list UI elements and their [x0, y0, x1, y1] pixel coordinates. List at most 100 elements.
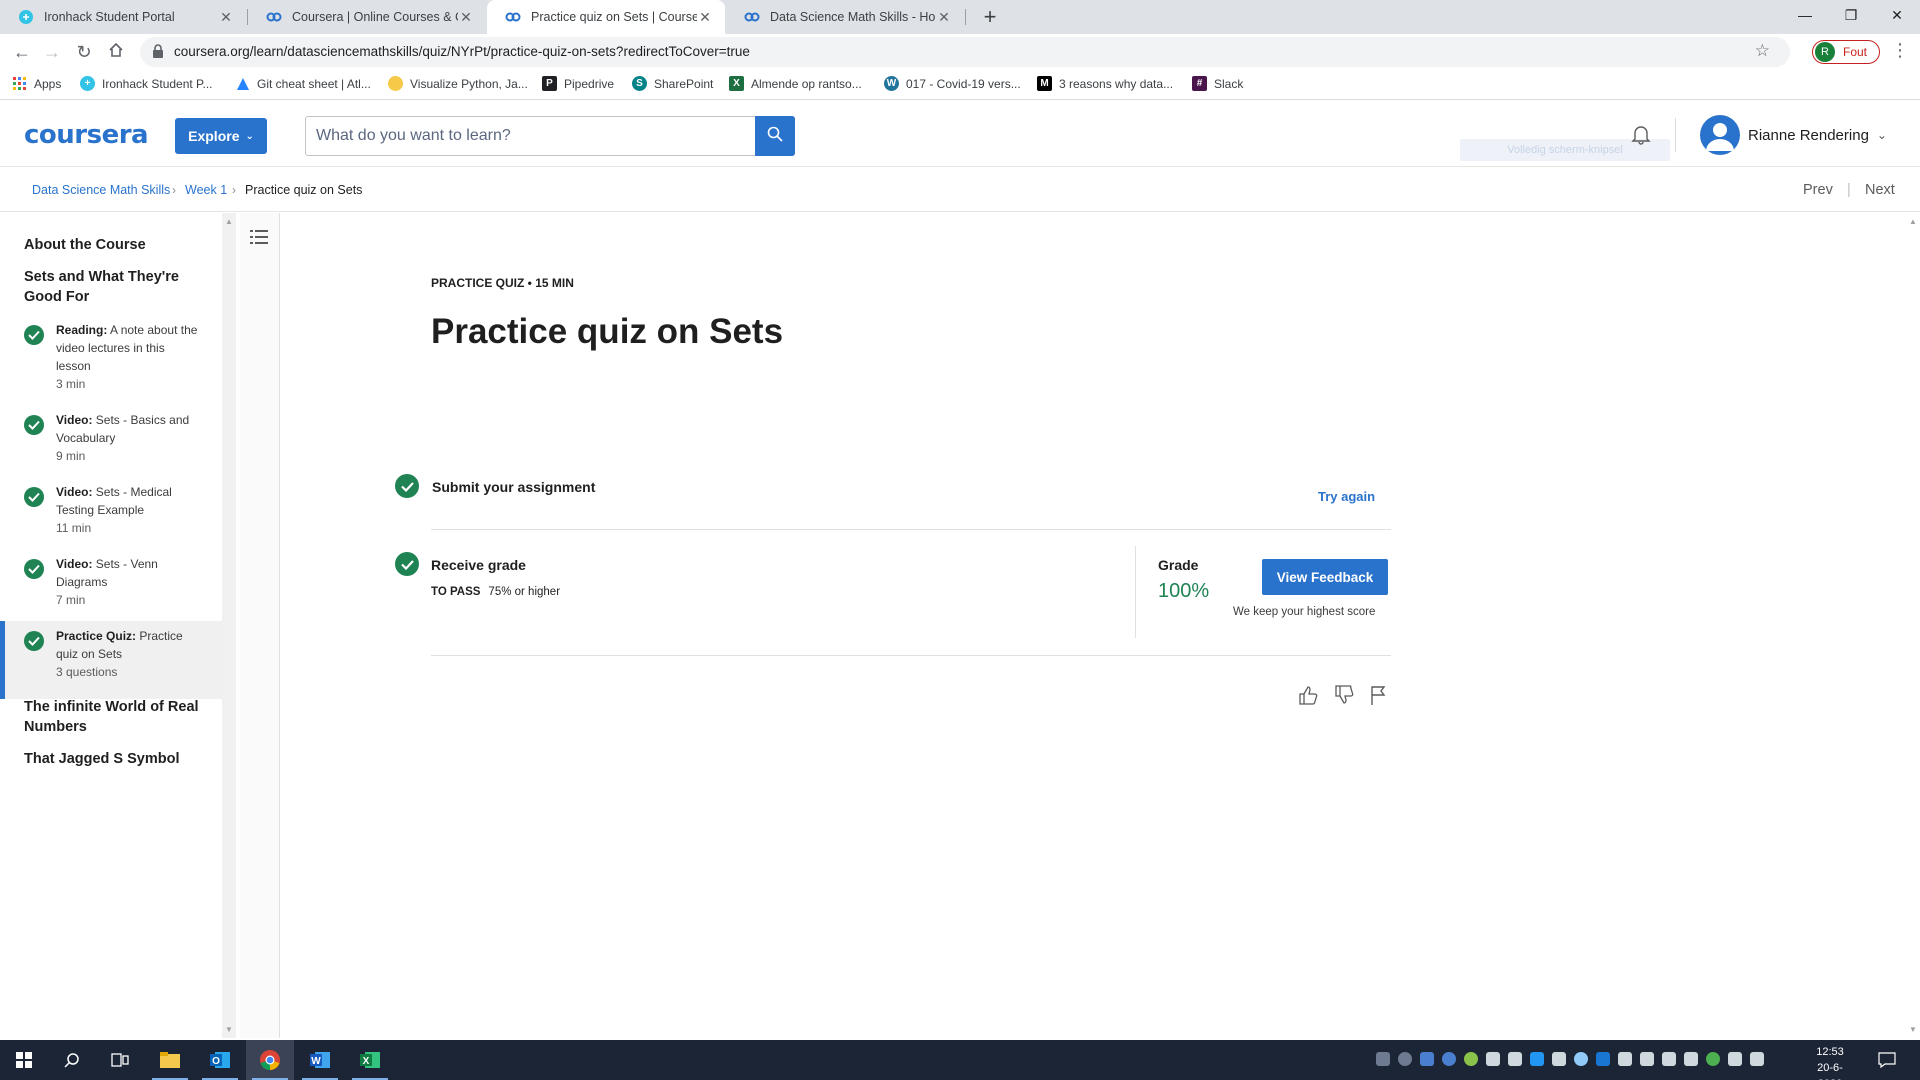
browser-tab[interactable]: Data Science Math Skills - Home ✕: [726, 0, 964, 34]
address-bar[interactable]: coursera.org/learn/datasciencemathskills…: [140, 37, 1790, 67]
minimize-window-icon[interactable]: —: [1782, 0, 1828, 30]
sidebar-section-jagged-s[interactable]: That Jagged S Symbol: [24, 749, 214, 769]
tray-app-icon[interactable]: [1398, 1052, 1412, 1066]
tray-app-icon[interactable]: [1662, 1052, 1676, 1066]
scroll-up-arrow-icon[interactable]: ▲: [225, 217, 233, 226]
tab-title: Ironhack Student Portal: [44, 10, 175, 24]
onedrive-icon[interactable]: [1574, 1052, 1588, 1066]
close-tab-icon[interactable]: ✕: [936, 9, 952, 26]
tray-app-icon[interactable]: [1486, 1052, 1500, 1066]
search-button[interactable]: [755, 116, 795, 156]
restore-window-icon[interactable]: ❐: [1828, 0, 1874, 30]
notification-bell-icon[interactable]: [1630, 123, 1652, 150]
bookmark-almende[interactable]: X Almende op rantso...: [729, 76, 862, 91]
tray-app-icon[interactable]: [1706, 1052, 1720, 1066]
coursera-logo[interactable]: coursera: [24, 120, 149, 150]
volume-icon[interactable]: [1684, 1052, 1698, 1066]
submit-assignment-label: Submit your assignment: [432, 479, 596, 495]
prev-link[interactable]: Prev: [1803, 182, 1833, 198]
sidebar-section-sets[interactable]: Sets and What They're Good For: [24, 267, 214, 307]
tray-app-icon[interactable]: [1442, 1052, 1456, 1066]
ironhack-favicon-icon: [18, 9, 34, 25]
task-view-icon[interactable]: [96, 1040, 144, 1080]
user-menu[interactable]: Rianne Rendering ⌄: [1700, 115, 1887, 155]
notifications-icon[interactable]: [1878, 1052, 1896, 1073]
chrome-icon[interactable]: [246, 1040, 294, 1080]
bookmark-covid[interactable]: W 017 - Covid-19 vers...: [884, 76, 1021, 91]
tray-app-icon[interactable]: [1376, 1052, 1390, 1066]
sidebar-item-reading[interactable]: Reading: A note about the video lectures…: [0, 321, 222, 411]
home-icon[interactable]: [102, 38, 130, 66]
sidebar-item-video[interactable]: Video: Sets - Venn Diagrams 7 min: [0, 555, 222, 627]
browser-tab-active[interactable]: Practice quiz on Sets | Coursera ✕: [487, 0, 725, 34]
flag-icon[interactable]: [1366, 683, 1390, 707]
try-again-link[interactable]: Try again: [1318, 489, 1375, 504]
bookmark-sharepoint[interactable]: S SharePoint: [632, 76, 713, 91]
excel-taskbar-icon[interactable]: X: [346, 1040, 394, 1080]
next-link[interactable]: Next: [1865, 182, 1895, 198]
sidebar-scrollbar[interactable]: ▲ ▼: [222, 213, 236, 1038]
browser-tab[interactable]: Coursera | Online Courses & Cre ✕: [248, 0, 486, 34]
browser-tab[interactable]: Ironhack Student Portal ✕: [0, 0, 246, 34]
breadcrumb-week[interactable]: Week 1: [185, 183, 227, 197]
check-circle-icon: [24, 415, 44, 435]
check-circle-icon: [24, 559, 44, 579]
close-window-icon[interactable]: ✕: [1874, 0, 1920, 30]
file-explorer-icon[interactable]: [146, 1040, 194, 1080]
wifi-icon[interactable]: [1728, 1052, 1742, 1066]
sidebar-section-real-numbers[interactable]: The infinite World of Real Numbers: [24, 697, 214, 737]
explore-button[interactable]: Explore ⌄: [175, 118, 267, 154]
close-tab-icon[interactable]: ✕: [697, 9, 713, 26]
bookmark-medium[interactable]: M 3 reasons why data...: [1037, 76, 1173, 91]
windows-start-icon[interactable]: [0, 1040, 48, 1080]
tray-app-icon[interactable]: [1464, 1052, 1478, 1066]
thumbs-down-icon[interactable]: [1332, 683, 1356, 707]
sidebar-item-practice-quiz[interactable]: Practice Quiz: Practice quiz on Sets 3 q…: [0, 621, 222, 699]
page-scrollbar[interactable]: ▲ ▼: [1906, 213, 1920, 1038]
bookmark-python[interactable]: Visualize Python, Ja...: [388, 76, 528, 91]
scroll-down-arrow-icon[interactable]: ▼: [225, 1025, 233, 1034]
sidebar-about-course[interactable]: About the Course: [24, 235, 214, 255]
tray-app-icon[interactable]: [1618, 1052, 1632, 1066]
taskbar-search-icon[interactable]: [48, 1040, 96, 1080]
bookmark-star-icon[interactable]: ☆: [1755, 41, 1770, 61]
back-arrow-icon[interactable]: ←: [8, 38, 36, 66]
bookmark-git-cheat-sheet[interactable]: Git cheat sheet | Atl...: [235, 76, 371, 91]
outlook-icon[interactable]: O: [196, 1040, 244, 1080]
view-feedback-button[interactable]: View Feedback: [1262, 559, 1388, 595]
sidebar-item-video[interactable]: Video: Sets - Medical Testing Example 11…: [0, 483, 222, 555]
new-tab-plus-icon[interactable]: +: [976, 3, 1004, 31]
bookmark-ironhack[interactable]: + Ironhack Student P...: [80, 76, 213, 91]
close-tab-icon[interactable]: ✕: [218, 9, 234, 26]
tray-app-icon[interactable]: [1420, 1052, 1434, 1066]
taskbar-clock[interactable]: 12:53 20-6-2020: [1806, 1044, 1854, 1080]
reload-icon[interactable]: ↻: [70, 38, 98, 66]
tray-app-icon[interactable]: [1596, 1052, 1610, 1066]
battery-icon[interactable]: [1750, 1052, 1764, 1066]
scroll-down-arrow-icon[interactable]: ▼: [1909, 1025, 1917, 1034]
list-toggle-icon[interactable]: [250, 229, 268, 250]
ironhack-icon: +: [80, 76, 95, 91]
breadcrumb-course[interactable]: Data Science Math Skills: [32, 183, 170, 197]
grade-divider: [1135, 546, 1136, 638]
coursera-favicon-icon: [744, 9, 760, 25]
browser-menu-icon[interactable]: ⋮: [1890, 40, 1910, 61]
scroll-up-arrow-icon[interactable]: ▲: [1909, 217, 1917, 226]
forward-arrow-icon[interactable]: →: [38, 38, 66, 66]
tray-app-icon[interactable]: [1552, 1052, 1566, 1066]
svg-text:X: X: [363, 1056, 370, 1067]
bookmark-apps[interactable]: Apps: [12, 76, 61, 91]
close-tab-icon[interactable]: ✕: [458, 9, 474, 26]
bookmark-pipedrive[interactable]: P Pipedrive: [542, 76, 614, 91]
bookmark-slack[interactable]: # Slack: [1192, 76, 1243, 91]
divider: [431, 529, 1391, 530]
lock-icon: [152, 44, 166, 60]
profile-chip[interactable]: R Fout: [1812, 40, 1880, 64]
thumbs-up-icon[interactable]: [1296, 683, 1320, 707]
bluetooth-icon[interactable]: [1530, 1052, 1544, 1066]
tray-app-icon[interactable]: [1640, 1052, 1654, 1066]
sidebar-item-video[interactable]: Video: Sets - Basics and Vocabulary 9 mi…: [0, 411, 222, 483]
tray-app-icon[interactable]: [1508, 1052, 1522, 1066]
search-input[interactable]: [306, 117, 756, 155]
word-icon[interactable]: W: [296, 1040, 344, 1080]
